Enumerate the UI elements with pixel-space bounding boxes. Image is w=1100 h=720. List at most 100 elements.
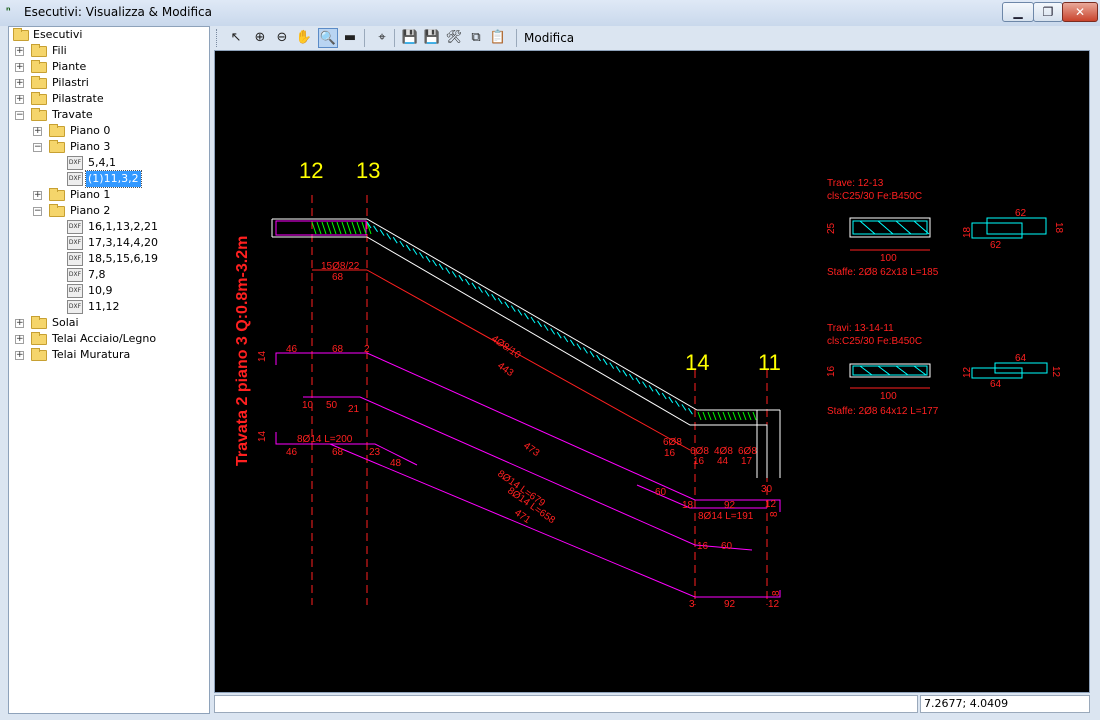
dimension-text: 44 — [717, 456, 729, 467]
tree-item[interactable]: + Pilastri — [9, 75, 209, 91]
tree-item-label: Piano 3 — [70, 140, 111, 153]
zoom-extents-button[interactable]: ⌖ — [372, 28, 392, 48]
tree-item-label: Pilastri — [52, 76, 89, 89]
tree-item[interactable]: DXF 17,3,14,4,20 — [9, 235, 209, 251]
hatch-line — [379, 229, 385, 236]
cad-drawing[interactable]: 12 13 14 11 Travata 2 piano 3 Q:0.8m-3.2m 15Ø… — [215, 51, 1089, 692]
expand-icon[interactable]: + — [15, 63, 24, 72]
hatch-line — [717, 411, 722, 421]
hatch-line — [674, 400, 680, 407]
settings-tools-button[interactable]: 🛠 — [444, 28, 464, 48]
tree-item[interactable]: + Piano 0 — [9, 123, 209, 139]
expand-icon[interactable]: + — [15, 351, 24, 360]
tree-item[interactable]: + Pilastrate — [9, 91, 209, 107]
hatch-line — [727, 411, 732, 421]
tree-item[interactable]: DXF 18,5,15,6,19 — [9, 251, 209, 267]
hatch-line — [635, 377, 641, 385]
tree-item[interactable]: + Fili — [9, 43, 209, 59]
expand-icon[interactable]: + — [33, 127, 42, 136]
hatch-line — [702, 411, 707, 421]
copy-button[interactable]: ⧉ — [466, 28, 486, 48]
expand-icon[interactable]: + — [15, 79, 24, 88]
tree-item-label: Piante — [52, 60, 87, 73]
folder-icon — [31, 76, 47, 89]
dimension-text: 23 — [369, 447, 381, 458]
tree-item[interactable]: − Piano 2 — [9, 203, 209, 219]
zoom-out-button[interactable]: ⊖ — [272, 28, 292, 48]
maximize-button[interactable]: ❐ — [1033, 2, 1063, 22]
tree-item-label: Pilastrate — [52, 92, 104, 105]
tree-item[interactable]: DXF 10,9 — [9, 283, 209, 299]
tree-item[interactable]: DXF 5,4,1 — [9, 155, 209, 171]
title-bar[interactable]: ⁿ Esecutivi: Visualizza & Modifica ▁ ❐ ✕ — [0, 0, 1100, 26]
axis-label: 11 — [758, 350, 781, 375]
hatch-line — [859, 365, 873, 376]
section-width: 100 — [880, 253, 897, 264]
hatch-line — [445, 267, 451, 274]
expand-icon[interactable]: + — [15, 47, 24, 56]
dimension-text: 68 — [332, 344, 344, 355]
window-title: Esecutivi: Visualizza & Modifica — [24, 5, 213, 19]
paste-button[interactable]: 📋 — [488, 28, 508, 48]
expand-icon[interactable]: + — [15, 319, 24, 328]
measure-ruler-button[interactable]: ▬ — [340, 28, 360, 48]
hatch-line — [681, 404, 687, 411]
pan-hand-button[interactable]: ✋ — [294, 28, 314, 48]
hatch-line — [458, 274, 464, 282]
dimension-text: 6Ø8 — [663, 437, 682, 448]
tree-item[interactable]: DXF 11,12 — [9, 299, 209, 315]
hatch-line — [419, 252, 424, 259]
dxf-file-icon: DXF — [67, 172, 83, 186]
tree-item-label: 16,1,13,2,21 — [88, 220, 158, 233]
stirrup-dim: 18 — [962, 226, 973, 238]
tree-item[interactable]: + Telai Muratura — [9, 347, 209, 363]
expand-icon[interactable]: + — [15, 335, 24, 344]
hatch-line — [451, 271, 457, 278]
save-button[interactable]: 💾 — [400, 28, 420, 48]
tree-item-label: Solai — [52, 316, 79, 329]
dimension-text: 68 — [332, 272, 344, 283]
dimension-text: 12 — [765, 499, 777, 510]
dimension-text: 10 — [302, 400, 314, 411]
hatch-line — [737, 411, 742, 421]
stirrup-spec: Staffe: 2Ø8 62x18 L=185 — [827, 267, 939, 278]
save-as-button[interactable]: 💾 — [422, 28, 442, 48]
dimension-text: 48 — [390, 458, 402, 469]
tree-item[interactable]: DXF 7,8 — [9, 267, 209, 283]
drawing-canvas[interactable]: 12 13 14 11 Travata 2 piano 3 Q:0.8m-3.2m 15Ø… — [214, 50, 1090, 693]
dxf-file-icon: DXF — [67, 268, 83, 282]
tree-item[interactable]: − Travate — [9, 107, 209, 123]
tree-item[interactable]: DXF 16,1,13,2,21 — [9, 219, 209, 235]
collapse-icon[interactable]: − — [15, 111, 24, 120]
expand-icon[interactable]: + — [33, 191, 42, 200]
hatch-line — [392, 236, 398, 244]
select-pointer-button[interactable]: ↖ — [226, 28, 246, 48]
hatch-line — [688, 407, 693, 415]
dimension-text: 8 — [771, 590, 782, 596]
collapse-icon[interactable]: − — [33, 207, 42, 216]
toolbar-grip[interactable] — [216, 29, 220, 47]
hatch-line — [524, 312, 529, 320]
tree-item[interactable]: DXF (1)11,3,2 — [9, 170, 209, 188]
minimize-button[interactable]: ▁ — [1002, 2, 1034, 22]
tree-item[interactable]: + Piante — [9, 59, 209, 75]
close-button[interactable]: ✕ — [1062, 2, 1098, 22]
collapse-icon[interactable]: − — [33, 143, 42, 152]
hatch-line — [913, 365, 927, 376]
zoom-in-button[interactable]: ⊕ — [250, 28, 270, 48]
expand-icon[interactable]: + — [15, 95, 24, 104]
folder-icon — [31, 332, 47, 345]
tree-item[interactable]: + Telai Acciaio/Legno — [9, 331, 209, 347]
dimension-text: 8Ø14 L=200 — [297, 434, 353, 445]
modifica-label[interactable]: Modifica — [524, 31, 574, 45]
tree-item[interactable]: − Piano 3 — [9, 139, 209, 155]
folder-icon — [31, 92, 47, 105]
dimension-text: 17 — [741, 456, 753, 467]
zoom-window-button[interactable]: 🔍 — [318, 28, 338, 48]
tree-view[interactable]: Esecutivi + Fili + Piante + Pilastri + Pilastra… — [8, 26, 210, 714]
hatch-line — [425, 255, 431, 263]
tree-item-label: Fili — [52, 44, 67, 57]
tree-item[interactable]: + Solai — [9, 315, 209, 331]
tree-item[interactable]: + Piano 1 — [9, 187, 209, 203]
hatch-line — [346, 221, 352, 235]
